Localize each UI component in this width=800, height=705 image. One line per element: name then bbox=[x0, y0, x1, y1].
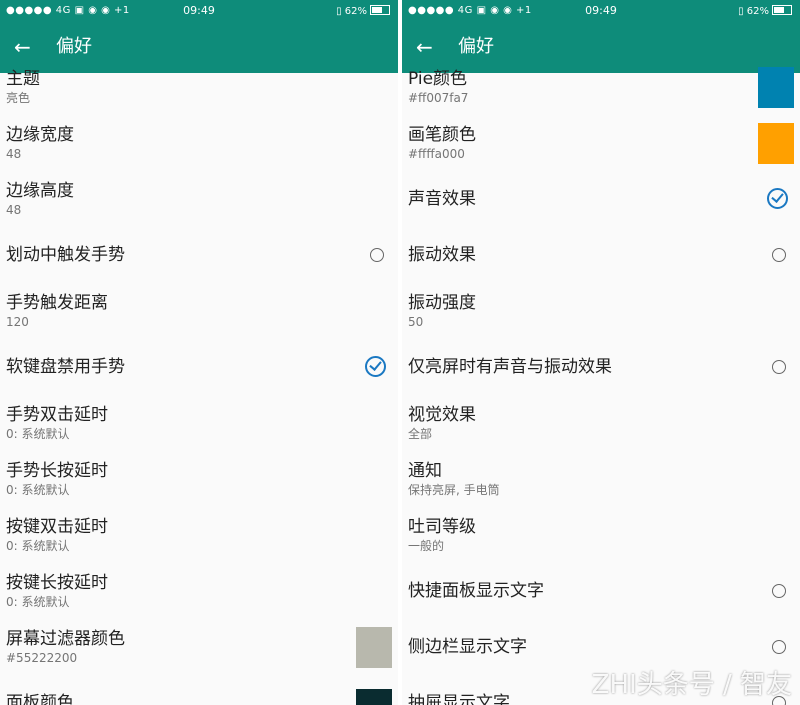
checked-circle-icon[interactable] bbox=[767, 188, 788, 209]
setting-summary: 48 bbox=[6, 203, 22, 217]
page-title: 偏好 bbox=[458, 36, 494, 57]
setting-row[interactable]: 面板颜色 bbox=[0, 675, 398, 705]
setting-row[interactable]: 仅亮屏时有声音与振动效果 bbox=[402, 339, 800, 395]
setting-summary: 亮色 bbox=[6, 91, 31, 105]
setting-title: 吐司等级 bbox=[408, 517, 476, 537]
radio-button[interactable] bbox=[772, 640, 786, 654]
setting-row[interactable]: 边缘高度 48 bbox=[0, 171, 398, 227]
setting-title: 面板颜色 bbox=[6, 693, 74, 705]
setting-row[interactable]: 视觉效果 全部 bbox=[402, 395, 800, 451]
setting-row[interactable]: 主题 亮色 bbox=[0, 59, 398, 115]
setting-title: 视觉效果 bbox=[408, 405, 476, 425]
setting-title: 画笔颜色 bbox=[408, 125, 476, 145]
battery-status: ▯ 62% bbox=[336, 5, 390, 17]
setting-row[interactable]: 按键长按延时 0: 系统默认 bbox=[0, 563, 398, 619]
back-arrow-icon[interactable]: ← bbox=[416, 35, 433, 59]
setting-summary: 48 bbox=[6, 147, 22, 161]
color-swatch[interactable] bbox=[758, 67, 794, 108]
battery-percent: 62% bbox=[344, 6, 367, 17]
checked-circle-icon[interactable] bbox=[365, 356, 386, 377]
setting-title: 振动效果 bbox=[408, 245, 476, 265]
color-swatch[interactable] bbox=[758, 123, 794, 164]
battery-icon bbox=[370, 5, 390, 15]
status-bar: ●●●●● 4G ▣ ◉ ◉ +1 09:49 ▯ 62% bbox=[402, 0, 800, 22]
setting-row[interactable]: 振动效果 bbox=[402, 227, 800, 283]
setting-title: 边缘宽度 bbox=[6, 125, 74, 145]
color-swatch[interactable] bbox=[356, 627, 392, 668]
setting-title: 侧边栏显示文字 bbox=[408, 637, 527, 657]
radio-button[interactable] bbox=[772, 360, 786, 374]
color-swatch[interactable] bbox=[356, 689, 392, 705]
radio-button[interactable] bbox=[772, 248, 786, 262]
setting-row[interactable]: 软键盘禁用手势 bbox=[0, 339, 398, 395]
setting-summary: 全部 bbox=[408, 427, 433, 441]
setting-row[interactable]: 通知保持亮屏, 手电筒 bbox=[402, 451, 800, 507]
setting-row[interactable]: 手势长按延时 0: 系统默认 bbox=[0, 451, 398, 507]
setting-title: 手势双击延时 bbox=[6, 405, 108, 425]
setting-title: 通知 bbox=[408, 461, 442, 481]
radio-button[interactable] bbox=[772, 584, 786, 598]
setting-title: Pie颜色 bbox=[408, 69, 468, 89]
battery-fill bbox=[774, 7, 784, 13]
setting-row[interactable]: 声音效果 bbox=[402, 171, 800, 227]
page-title: 偏好 bbox=[56, 36, 92, 57]
setting-title: 抽屉显示文字 bbox=[408, 693, 510, 705]
setting-title: 按键长按延时 bbox=[6, 573, 108, 593]
setting-row[interactable]: 手势触发距离 120 bbox=[0, 283, 398, 339]
setting-title: 手势触发距离 bbox=[6, 293, 108, 313]
setting-row[interactable]: 画笔颜色 #ffffa000 bbox=[402, 115, 800, 171]
setting-row[interactable]: 划动中触发手势 bbox=[0, 227, 398, 283]
battery-percent: 62% bbox=[746, 6, 769, 17]
left-screen: ●●●●● 4G ▣ ◉ ◉ +1 09:49 ▯ 62% ← 偏好 主题亮色边… bbox=[0, 0, 398, 705]
setting-title: 软键盘禁用手势 bbox=[6, 357, 125, 377]
right-screen: ●●●●● 4G ▣ ◉ ◉ +1 09:49 ▯ 62% ← 偏好 Pie颜色… bbox=[402, 0, 800, 705]
setting-row[interactable]: 按键双击延时 0: 系统默认 bbox=[0, 507, 398, 563]
setting-title: 主题 bbox=[6, 69, 40, 89]
setting-title: 手势长按延时 bbox=[6, 461, 108, 481]
setting-summary: 0: 系统默认 bbox=[6, 483, 70, 497]
setting-row[interactable]: 手势双击延时 0: 系统默认 bbox=[0, 395, 398, 451]
setting-row[interactable]: 屏幕过滤器颜色 #55222200 bbox=[0, 619, 398, 675]
setting-title: 屏幕过滤器颜色 bbox=[6, 629, 125, 649]
setting-row[interactable]: 快捷面板显示文字 bbox=[402, 563, 800, 619]
setting-title: 按键双击延时 bbox=[6, 517, 108, 537]
watermark: ZHI头条号 / 智友 bbox=[591, 670, 792, 700]
setting-summary: 一般的 bbox=[408, 539, 445, 553]
battery-icon bbox=[772, 5, 792, 15]
status-bar: ●●●●● 4G ▣ ◉ ◉ +1 09:49 ▯ 62% bbox=[0, 0, 398, 22]
setting-row[interactable]: 吐司等级 一般的 bbox=[402, 507, 800, 563]
setting-title: 振动强度 bbox=[408, 293, 476, 313]
setting-title: 仅亮屏时有声音与振动效果 bbox=[408, 357, 612, 377]
battery-status: ▯ 62% bbox=[738, 5, 792, 17]
setting-summary: 保持亮屏, 手电筒 bbox=[408, 483, 500, 497]
setting-summary: #ff007fa7 bbox=[408, 91, 469, 105]
setting-title: 划动中触发手势 bbox=[6, 245, 125, 265]
setting-row[interactable]: 边缘宽度 48 bbox=[0, 115, 398, 171]
setting-summary: 50 bbox=[408, 315, 424, 329]
setting-row[interactable]: 振动强度 50 bbox=[402, 283, 800, 339]
setting-row[interactable]: Pie颜色 #ff007fa7 bbox=[402, 59, 800, 115]
setting-title: 边缘高度 bbox=[6, 181, 74, 201]
setting-summary: 0: 系统默认 bbox=[6, 539, 70, 553]
setting-title: 快捷面板显示文字 bbox=[408, 581, 544, 601]
setting-summary: 0: 系统默认 bbox=[6, 595, 70, 609]
setting-summary: 120 bbox=[6, 315, 29, 329]
setting-title: 声音效果 bbox=[408, 189, 476, 209]
back-arrow-icon[interactable]: ← bbox=[14, 35, 31, 59]
setting-summary: 0: 系统默认 bbox=[6, 427, 70, 441]
setting-summary: #55222200 bbox=[6, 651, 78, 665]
setting-summary: #ffffa000 bbox=[408, 147, 465, 161]
radio-button[interactable] bbox=[370, 248, 384, 262]
battery-fill bbox=[372, 7, 382, 13]
